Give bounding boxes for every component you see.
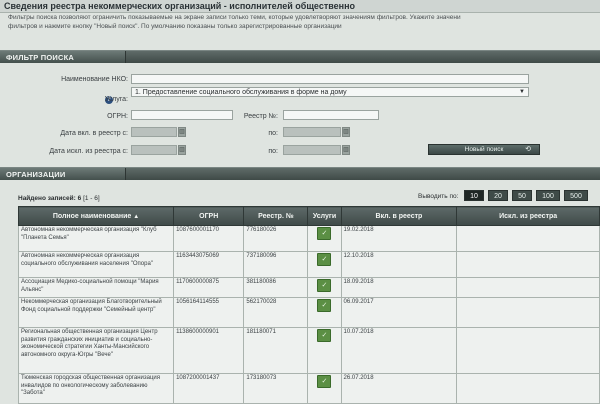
- org-name[interactable]: Ассоциация Медико-социальной помощи "Мар…: [17, 277, 175, 298]
- services-icon[interactable]: ✓: [317, 375, 332, 388]
- chevron-down-icon: ▼: [519, 89, 525, 95]
- date-out-to-input[interactable]: [283, 145, 341, 155]
- org-registry: 173180073: [243, 373, 309, 404]
- per-page-10[interactable]: 10: [464, 190, 484, 201]
- per-page-label: Выводить по:: [418, 193, 459, 200]
- org-registry: 776180026: [243, 225, 309, 252]
- col-header-ogrn[interactable]: ОГРН: [173, 206, 245, 226]
- table-row: Ассоциация Медико-социальной помощи "Мар…: [17, 277, 600, 298]
- org-date-out: [456, 251, 600, 278]
- org-registry: 562170028: [243, 297, 309, 328]
- services-icon[interactable]: ✓: [317, 329, 332, 342]
- filter-section-title: ФИЛЬТР ПОИСКА: [6, 53, 74, 62]
- org-date-in: 18.09.2018: [340, 277, 458, 298]
- services-icon[interactable]: ✓: [317, 253, 332, 266]
- org-name[interactable]: Региональная общественная организация Це…: [17, 327, 175, 374]
- services-icon[interactable]: ✓: [317, 279, 332, 292]
- org-date-out: [456, 225, 600, 252]
- org-name[interactable]: Тюменская городская общественная организ…: [17, 373, 175, 404]
- col-header-date-out[interactable]: Искл. из реестра: [456, 206, 600, 226]
- found-range: [1 - 6]: [83, 195, 100, 202]
- title-bar: Сведения реестра некоммерческих организа…: [0, 0, 600, 13]
- date-in-to-input[interactable]: [283, 127, 341, 137]
- col-header-registry[interactable]: Реестр. №: [243, 206, 309, 226]
- nko-input[interactable]: [131, 74, 529, 84]
- registry-label: Реестр №:: [243, 113, 278, 120]
- found-label: Найдено записей:: [18, 195, 76, 202]
- service-select[interactable]: 1. Предоставление социального обслуживан…: [131, 87, 529, 97]
- org-ogrn: 1087200001437: [173, 373, 245, 404]
- org-ogrn: 1056164114555: [173, 297, 245, 328]
- org-name[interactable]: Некоммерческая организация Благотворител…: [17, 297, 175, 328]
- table-header-row: Полное наименование ▲ ОГРН Реестр. № Услу…: [17, 206, 600, 226]
- records-found: Найдено записей: 6 [1 - 6]: [18, 195, 100, 202]
- org-date-in: 26.07.2018: [340, 373, 458, 404]
- sort-asc-icon: ▲: [133, 213, 140, 220]
- calendar-icon[interactable]: ▥: [342, 127, 350, 137]
- new-search-label: Новый поиск: [464, 146, 504, 153]
- org-date-out: [456, 373, 600, 404]
- calendar-icon[interactable]: ▥: [178, 145, 186, 155]
- org-date-in: 10.07.2018: [340, 327, 458, 374]
- org-ogrn: 1087600001170: [173, 225, 245, 252]
- refresh-icon: ⟲: [525, 146, 531, 153]
- org-date-in: 12.10.2018: [340, 251, 458, 278]
- date-out-label: Дата искл. из реестра с:: [49, 148, 128, 155]
- organizations-table: Полное наименование ▲ ОГРН Реестр. № Услу…: [17, 206, 600, 404]
- per-page-50[interactable]: 50: [512, 190, 532, 201]
- description-line-2: фильтров и нажмите кнопку "Новый поиск".…: [8, 23, 342, 30]
- ogrn-input[interactable]: [131, 110, 233, 120]
- services-icon[interactable]: ✓: [317, 227, 332, 240]
- org-registry: 737180096: [243, 251, 309, 278]
- org-ogrn: 1138600000901: [173, 327, 245, 374]
- date-in-to-label: по:: [268, 130, 278, 137]
- calendar-icon[interactable]: ▥: [178, 127, 186, 137]
- date-out-from-input[interactable]: [131, 145, 177, 155]
- found-count: 6: [77, 195, 82, 202]
- filter-description: Фильтры поиска позволяют ограничить пока…: [8, 13, 598, 31]
- org-ogrn: 1170600000875: [173, 277, 245, 298]
- org-date-out: [456, 297, 600, 328]
- per-page-500[interactable]: 500: [564, 190, 588, 201]
- org-ogrn: 1163443075069: [173, 251, 245, 278]
- table-row: Автономная некоммерческая организация "К…: [17, 225, 600, 252]
- org-date-in: 19.02.2018: [340, 225, 458, 252]
- new-search-button[interactable]: Новый поиск ⟲: [428, 144, 540, 155]
- page-title: Сведения реестра некоммерческих организа…: [4, 1, 356, 11]
- org-name[interactable]: Автономная некоммерческая организация "К…: [17, 225, 175, 252]
- per-page-100[interactable]: 100: [536, 190, 560, 201]
- org-date-out: [456, 277, 600, 298]
- ogrn-label: ОГРН:: [107, 113, 128, 120]
- col-header-services: Услуги: [307, 206, 342, 226]
- orgs-section-title: ОРГАНИЗАЦИИ: [6, 170, 66, 179]
- col-header-date-in[interactable]: Вкл. в реестр: [340, 206, 458, 226]
- date-in-from-input[interactable]: [131, 127, 177, 137]
- table-row: Региональная общественная организация Це…: [17, 327, 600, 374]
- org-registry: 381180086: [243, 277, 309, 298]
- filter-section-header: ФИЛЬТР ПОИСКА: [0, 50, 600, 63]
- org-registry: 181180071: [243, 327, 309, 374]
- org-name[interactable]: Автономная некоммерческая организация со…: [17, 251, 175, 278]
- description-line-1: Фильтры поиска позволяют ограничить пока…: [8, 14, 461, 21]
- per-page-20[interactable]: 20: [488, 190, 508, 201]
- orgs-section-header: ОРГАНИЗАЦИИ: [0, 167, 600, 180]
- service-selected-value: 1. Предоставление социального обслуживан…: [135, 89, 347, 96]
- table-row: Некоммерческая организация Благотворител…: [17, 297, 600, 328]
- date-in-label: Дата вкл. в реестр с:: [60, 130, 128, 137]
- service-label: Услуга:: [104, 96, 128, 103]
- registry-input[interactable]: [283, 110, 379, 120]
- date-out-to-label: по:: [268, 148, 278, 155]
- calendar-icon[interactable]: ▥: [342, 145, 350, 155]
- org-date-in: 06.09.2017: [340, 297, 458, 328]
- services-icon[interactable]: ✓: [317, 299, 332, 312]
- col-header-name[interactable]: Полное наименование ▲: [17, 206, 175, 226]
- org-date-out: [456, 327, 600, 374]
- table-row: Тюменская городская общественная организ…: [17, 373, 600, 404]
- table-row: Автономная некоммерческая организация со…: [17, 251, 600, 278]
- nko-label: Наименование НКО:: [61, 76, 128, 83]
